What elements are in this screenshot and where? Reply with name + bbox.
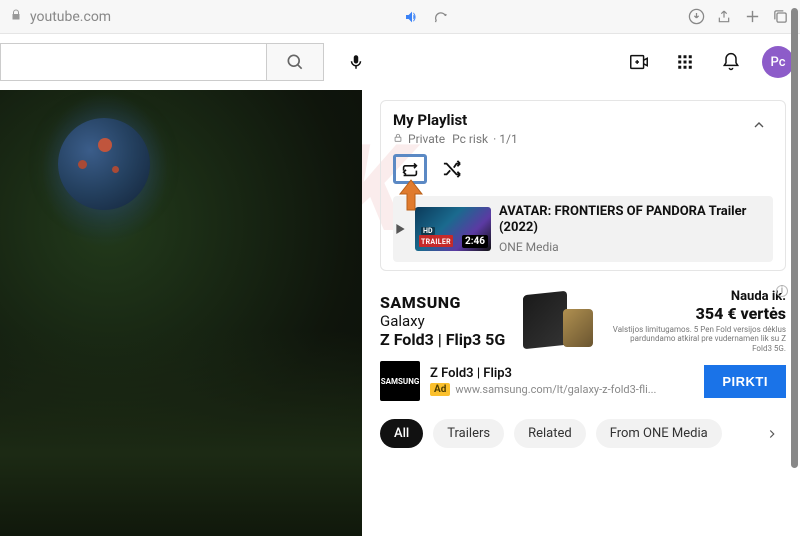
youtube-topbar: Pc <box>0 34 800 90</box>
ad-offer-line2: 354 € vertės <box>611 304 786 323</box>
chip-from-channel[interactable]: From ONE Media <box>596 419 722 448</box>
playlist-owner[interactable]: Pc risk <box>452 132 488 146</box>
ad-line3: Z Fold3 | Flip3 5G <box>380 330 505 349</box>
ad-brand: SAMSUNG <box>380 293 505 312</box>
playlist-item-channel: ONE Media <box>499 240 767 254</box>
video-frame <box>0 90 362 536</box>
chips-next-button[interactable] <box>758 420 786 448</box>
search-icon <box>285 52 305 72</box>
browser-bar: youtube.com <box>0 0 800 34</box>
create-icon <box>628 51 650 73</box>
ad-url: www.samsung.com/lt/galaxy-z-fold3-fli... <box>455 383 656 396</box>
chip-all[interactable]: All <box>380 419 423 448</box>
share-icon[interactable] <box>714 7 734 27</box>
now-playing-indicator <box>393 224 407 234</box>
ad-meta-row: SAMSUNG Z Fold3 | Flip3 Ad www.samsung.c… <box>380 361 786 401</box>
lock-icon <box>10 9 22 25</box>
thumb-hd-badge: HD <box>421 227 435 235</box>
ad-info-icon[interactable]: i <box>776 285 788 297</box>
playlist-item-thumbnail: HD TRAILER 2:46 <box>415 207 491 251</box>
create-button[interactable] <box>620 44 658 80</box>
collapse-button[interactable] <box>745 111 773 139</box>
ad-meta-title: Z Fold3 | Flip3 <box>430 366 694 381</box>
ad-product-image <box>515 291 601 351</box>
playlist-item[interactable]: HD TRAILER 2:46 AVATAR: FRONTIERS OF PAN… <box>393 196 773 262</box>
download-icon[interactable] <box>686 7 706 27</box>
notifications-button[interactable] <box>712 44 750 80</box>
privacy-lock-icon <box>393 133 403 146</box>
ad-banner[interactable]: SAMSUNG Galaxy Z Fold3 | Flip3 5G Nauda … <box>380 289 786 354</box>
video-player[interactable] <box>0 90 362 536</box>
chip-row: All Trailers Related From ONE Media <box>380 419 786 448</box>
video-frame-detail <box>58 118 150 210</box>
apps-button[interactable] <box>666 44 704 80</box>
chevron-up-icon <box>751 117 767 133</box>
avatar[interactable]: Pc <box>762 46 794 78</box>
plus-icon[interactable] <box>742 7 762 27</box>
ad-offer: Nauda ik. 354 € vertės Valstijos limitug… <box>611 289 786 354</box>
playlist-privacy: Private <box>408 132 445 146</box>
playlist-title: My Playlist <box>393 111 745 129</box>
address-url[interactable]: youtube.com <box>30 9 111 25</box>
playlist-position: · 1/1 <box>493 132 518 146</box>
apps-grid-icon <box>676 53 694 71</box>
avatar-initials: Pc <box>771 55 786 70</box>
shuffle-icon <box>441 160 463 178</box>
audio-icon[interactable] <box>402 7 422 27</box>
ad-offer-line1: Nauda ik. <box>611 289 786 304</box>
chip-trailers[interactable]: Trailers <box>433 419 504 448</box>
thumb-trailer-badge: TRAILER <box>421 238 451 246</box>
search-input[interactable] <box>0 43 266 81</box>
main: My Playlist Private Pc risk · 1/1 <box>0 90 800 536</box>
ad-cta-button[interactable]: PIRKTI <box>704 365 786 398</box>
tabs-icon[interactable] <box>770 7 790 27</box>
playlist-subtitle: Private Pc risk · 1/1 <box>393 132 745 146</box>
chip-related[interactable]: Related <box>514 419 586 448</box>
page-scrollbar[interactable] <box>791 8 798 468</box>
sidebar: My Playlist Private Pc risk · 1/1 <box>362 90 800 536</box>
ad-brand-block: SAMSUNG Galaxy Z Fold3 | Flip3 5G <box>380 293 505 349</box>
playlist-item-title: AVATAR: FRONTIERS OF PANDORA Trailer (20… <box>499 204 767 237</box>
microphone-icon <box>347 53 365 71</box>
video-duration: 2:46 <box>462 235 488 248</box>
bell-icon <box>721 52 741 72</box>
search-wrap <box>0 43 324 81</box>
shuffle-button[interactable] <box>437 154 467 184</box>
ad-line2: Galaxy <box>380 312 505 330</box>
loop-icon <box>400 161 420 177</box>
chevron-right-icon <box>765 427 779 441</box>
tutorial-arrow-icon <box>396 178 426 212</box>
playlist-panel: My Playlist Private Pc risk · 1/1 <box>380 100 786 271</box>
ad-logo: SAMSUNG <box>380 361 420 401</box>
search-button[interactable] <box>266 43 324 81</box>
ad-badge: Ad <box>430 383 450 396</box>
reload-icon[interactable] <box>430 7 450 27</box>
ad-fine-print: Valstijos limitugamos. 5 Pen Fold versij… <box>611 325 786 354</box>
voice-search-button[interactable] <box>338 44 374 80</box>
